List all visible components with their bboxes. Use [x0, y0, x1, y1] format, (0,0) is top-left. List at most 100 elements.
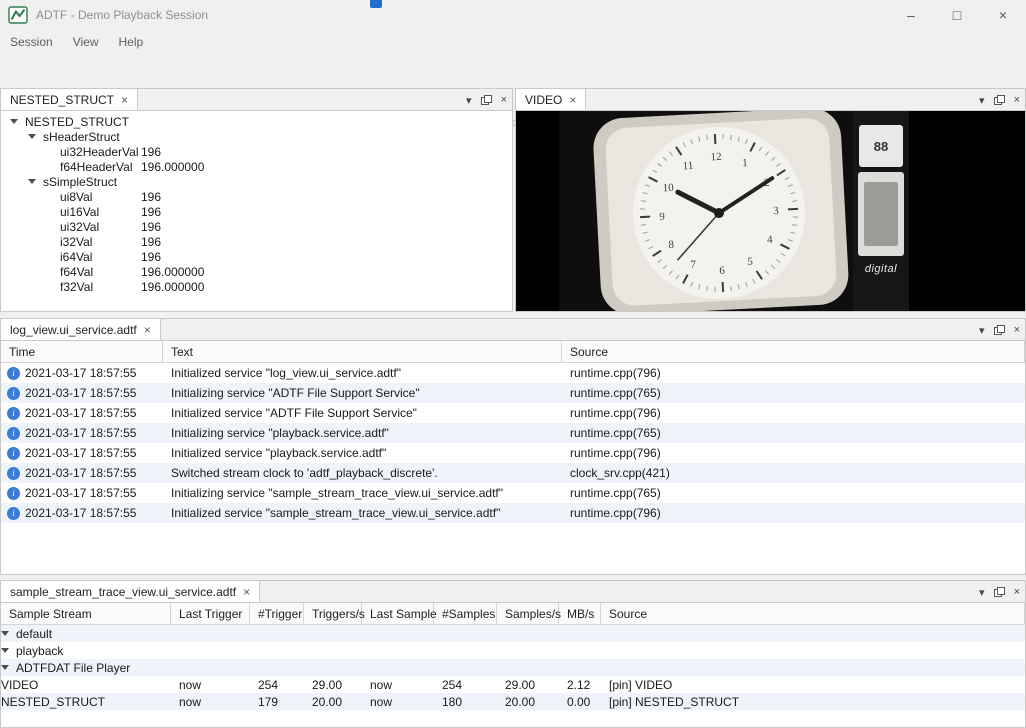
column-header-sample-count[interactable]: #Samples: [434, 603, 497, 624]
trace-row[interactable]: ADTFDAT File Player: [1, 659, 1025, 676]
info-icon: i: [7, 407, 20, 420]
trace-row[interactable]: playback: [1, 642, 1025, 659]
titlebar: ADTF - Demo Playback Session – □ ×: [0, 0, 1026, 30]
chevron-down-icon[interactable]: [1, 631, 9, 636]
log-row[interactable]: i2021-03-17 18:57:55Initialized service …: [1, 503, 1025, 523]
panel-float-icon[interactable]: [994, 95, 1005, 105]
panel-menu-icon[interactable]: ▾: [979, 324, 985, 337]
panel-float-icon[interactable]: [994, 587, 1005, 597]
column-header-triggers-per-s[interactable]: Triggers/s: [304, 603, 362, 624]
cell-sample-count: 254: [434, 678, 497, 692]
tree-row[interactable]: i64Val196: [1, 249, 512, 264]
trace-row[interactable]: NESTED_STRUCT now17920.00now18020.000.00…: [1, 693, 1025, 710]
log-row[interactable]: i2021-03-17 18:57:55Initialized service …: [1, 403, 1025, 423]
log-text: Initialized service "playback.service.ad…: [163, 446, 562, 460]
column-header-trigger-count[interactable]: #Trigger: [250, 603, 304, 624]
window-controls: – □ ×: [888, 0, 1026, 30]
panel-float-icon[interactable]: [994, 325, 1005, 335]
tree-label: f64Val: [60, 265, 93, 279]
chevron-down-icon[interactable]: [28, 179, 36, 184]
trace-rows: default playback ADTFDAT File Player VID…: [1, 625, 1025, 727]
info-icon: i: [7, 447, 20, 460]
info-icon: i: [7, 387, 20, 400]
column-header-time[interactable]: Time: [1, 341, 163, 362]
trace-row[interactable]: VIDEO now25429.00now25429.002.12[pin] VI…: [1, 676, 1025, 693]
tree-row[interactable]: f32Val196.000000: [1, 279, 512, 294]
log-time: 2021-03-17 18:57:55: [25, 486, 136, 500]
minimize-button[interactable]: –: [888, 0, 934, 30]
tab-video[interactable]: VIDEO ×: [516, 89, 586, 110]
chevron-down-icon[interactable]: [1, 648, 9, 653]
trace-table-header: Sample Stream Last Trigger #Trigger Trig…: [1, 603, 1025, 625]
tree-value: 196: [141, 220, 161, 234]
chevron-down-icon[interactable]: [1, 665, 9, 670]
chevron-down-icon[interactable]: [28, 134, 36, 139]
panel-menu-icon[interactable]: ▾: [466, 94, 472, 107]
cell-mb-per-s: 2.12: [559, 678, 601, 692]
tree-row[interactable]: f64HeaderVal196.000000: [1, 159, 512, 174]
tree-row[interactable]: NESTED_STRUCT: [1, 114, 512, 129]
column-header-last-sample[interactable]: Last Sample: [362, 603, 434, 624]
log-row[interactable]: i2021-03-17 18:57:55Initializing service…: [1, 423, 1025, 443]
maximize-button[interactable]: □: [934, 0, 980, 30]
tab-close-icon[interactable]: ×: [121, 93, 128, 107]
log-row[interactable]: i2021-03-17 18:57:55Initializing service…: [1, 383, 1025, 403]
tree-row[interactable]: f64Val 196.000000: [1, 264, 512, 279]
column-header-source[interactable]: Source: [601, 603, 1025, 624]
tab-close-icon[interactable]: ×: [144, 323, 151, 337]
log-table-header: Time Text Source: [1, 341, 1025, 363]
tab-sample-stream-trace[interactable]: sample_stream_trace_view.ui_service.adtf…: [1, 581, 260, 602]
log-row[interactable]: i2021-03-17 18:57:55Initialized service …: [1, 363, 1025, 383]
stream-name: playback: [16, 644, 63, 658]
tree-value: 196.000000: [141, 265, 204, 279]
svg-text:1: 1: [742, 157, 748, 169]
column-header-mb-per-s[interactable]: MB/s: [559, 603, 601, 624]
log-tabbar: log_view.ui_service.adtf × ▾ ×: [1, 319, 1025, 341]
tab-close-icon[interactable]: ×: [243, 585, 250, 599]
close-button[interactable]: ×: [980, 0, 1026, 30]
menu-view[interactable]: View: [63, 30, 109, 53]
tab-close-icon[interactable]: ×: [569, 93, 576, 107]
log-row[interactable]: i 2021-03-17 18:57:55 Initialized service …: [1, 443, 1025, 463]
svg-text:10: 10: [662, 182, 674, 195]
column-header-source[interactable]: Source: [562, 341, 1025, 362]
panel-menu-icon[interactable]: ▾: [979, 94, 985, 107]
panel-icons: ▾ ×: [979, 581, 1020, 603]
column-header-sample-stream[interactable]: Sample Stream: [1, 603, 171, 624]
panel-menu-icon[interactable]: ▾: [979, 586, 985, 599]
cell-last-sample: now: [362, 695, 434, 709]
tree-row[interactable]: ui8Val196: [1, 189, 512, 204]
tree-row[interactable]: sHeaderStruct: [1, 129, 512, 144]
log-row[interactable]: i2021-03-17 18:57:55Switched stream cloc…: [1, 463, 1025, 483]
column-header-samples-per-s[interactable]: Samples/s: [497, 603, 559, 624]
cell-samples-per-s: 29.00: [497, 678, 559, 692]
tree-row[interactable]: i32Val196: [1, 234, 512, 249]
menu-session[interactable]: Session: [0, 30, 63, 53]
column-header-text[interactable]: Text: [163, 341, 562, 362]
cell-source: [pin] NESTED_STRUCT: [601, 695, 1025, 709]
window-title: ADTF - Demo Playback Session: [36, 8, 208, 22]
chevron-down-icon[interactable]: [10, 119, 18, 124]
tree-row[interactable]: ui16Val196: [1, 204, 512, 219]
adtf-window: ADTF - Demo Playback Session – □ × Sessi…: [0, 0, 1026, 728]
info-icon: i: [7, 427, 20, 440]
tree-row[interactable]: ui32HeaderVal196: [1, 144, 512, 159]
menu-help[interactable]: Help: [109, 30, 154, 53]
tab-log-view[interactable]: log_view.ui_service.adtf ×: [1, 319, 161, 340]
log-row[interactable]: i2021-03-17 18:57:55Initializing service…: [1, 483, 1025, 503]
panel-close-icon[interactable]: ×: [1014, 94, 1020, 106]
panel-close-icon[interactable]: ×: [501, 94, 507, 106]
panel-close-icon[interactable]: ×: [1014, 586, 1020, 598]
tree-row[interactable]: ui32Val196: [1, 219, 512, 234]
tree-row[interactable]: sSimpleStruct: [1, 174, 512, 189]
side-card-text: 88: [874, 139, 888, 154]
log-time: 2021-03-17 18:57:55: [25, 446, 136, 460]
cell-triggers-per-s: 20.00: [304, 695, 362, 709]
tree-value: 196.000000: [141, 160, 204, 174]
log-text: Initialized service "sample_stream_trace…: [163, 506, 562, 520]
trace-row[interactable]: default: [1, 625, 1025, 642]
column-header-last-trigger[interactable]: Last Trigger: [171, 603, 250, 624]
panel-close-icon[interactable]: ×: [1014, 324, 1020, 336]
panel-float-icon[interactable]: [481, 95, 492, 105]
tab-nested-struct[interactable]: NESTED_STRUCT ×: [1, 89, 138, 110]
